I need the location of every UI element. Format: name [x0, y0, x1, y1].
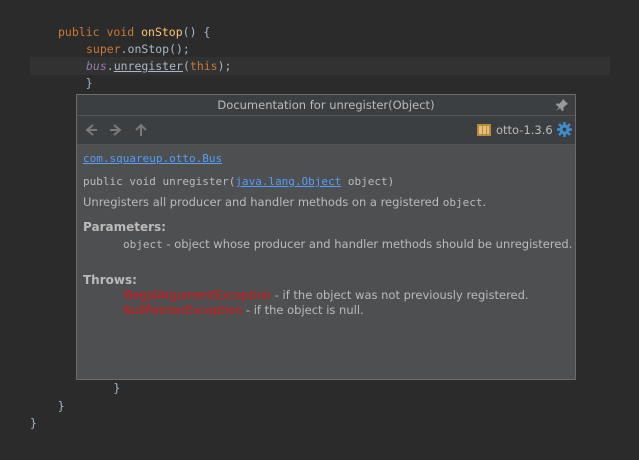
up-arrow-icon[interactable]	[133, 122, 149, 138]
code-line-inner-brace: }	[58, 381, 121, 395]
gear-icon[interactable]	[556, 121, 573, 138]
code-line-onstop: public void onStop() {	[58, 25, 211, 39]
method-signature: public void unregister(java.lang.Object …	[83, 175, 395, 188]
exception-link[interactable]: IllegalArgumentException	[123, 288, 271, 302]
pin-icon[interactable]	[555, 98, 569, 112]
throws-heading: Throws:	[83, 273, 137, 287]
class-link-line: com.squareup.otto.Bus	[83, 151, 222, 165]
forward-arrow-icon[interactable]	[108, 122, 124, 138]
throws-item: IllegalArgumentException - if the object…	[123, 288, 529, 302]
code-line-class-brace: }	[30, 416, 37, 430]
documentation-popup[interactable]: Documentation for unregister(Object) ott…	[76, 94, 576, 380]
method-description: Unregisters all producer and handler met…	[83, 195, 487, 209]
code-line-close-brace: }	[58, 76, 93, 90]
parameters-heading: Parameters:	[83, 220, 166, 234]
exception-link[interactable]: NullPointerException	[123, 303, 242, 317]
back-arrow-icon[interactable]	[83, 122, 99, 138]
library-label: otto-1.3.6	[496, 123, 553, 137]
library-icon	[477, 124, 491, 136]
code-line-method-brace: }	[30, 399, 65, 413]
parameter-item: object - object whose producer and handl…	[123, 237, 573, 251]
code-line-super: super.onStop();	[86, 42, 190, 56]
popup-toolbar: otto-1.3.6	[77, 116, 575, 145]
code-line-unregister: bus.unregister(this);	[86, 59, 232, 73]
throws-item: NullPointerException - if the object is …	[123, 303, 364, 317]
param-type-link[interactable]: java.lang.Object	[235, 175, 341, 188]
class-link[interactable]: com.squareup.otto.Bus	[83, 152, 222, 165]
popup-title: Documentation for unregister(Object)	[77, 95, 575, 116]
